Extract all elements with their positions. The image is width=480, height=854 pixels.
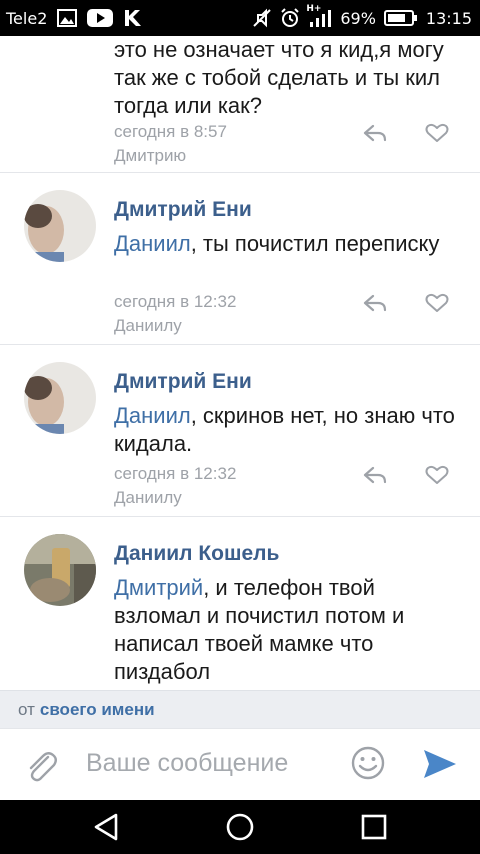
comment-date: сегодня в 8:57 bbox=[114, 122, 227, 141]
reply-icon[interactable] bbox=[360, 463, 390, 487]
mention-link[interactable]: Дмитрий bbox=[114, 575, 203, 600]
clock: 13:15 bbox=[425, 8, 472, 28]
comment-item: это не означает что я кид,я могу так же … bbox=[0, 36, 480, 173]
emoji-icon[interactable] bbox=[350, 745, 386, 781]
battery-percent: 69% bbox=[340, 8, 376, 28]
comment-body: , ты почистил переписку bbox=[190, 231, 440, 256]
gallery-icon bbox=[57, 9, 78, 27]
comment-text: Даниил, ты почистил переписку bbox=[114, 230, 464, 258]
attach-icon[interactable] bbox=[22, 747, 62, 787]
comment-reply-to[interactable]: Дмитрию bbox=[114, 144, 186, 168]
message-composer: Ваше сообщение bbox=[0, 728, 480, 800]
reply-icon[interactable] bbox=[360, 291, 390, 315]
comment-text: Дмитрий, и телефон твой взломал и почист… bbox=[114, 574, 464, 686]
comment-item: Дмитрий Ени Даниил, скринов нет, но знаю… bbox=[0, 344, 480, 517]
avatar[interactable] bbox=[24, 362, 96, 434]
reply-as-prefix: от bbox=[18, 699, 35, 719]
comment-author[interactable]: Дмитрий Ени bbox=[114, 370, 252, 394]
reply-as-link[interactable]: своего имени bbox=[40, 700, 155, 720]
back-button[interactable] bbox=[66, 800, 146, 854]
mention-link[interactable]: Даниил bbox=[114, 231, 191, 256]
send-icon[interactable] bbox=[420, 747, 460, 781]
mention-link[interactable]: Даниил bbox=[114, 403, 191, 428]
vk-icon bbox=[123, 9, 143, 27]
like-icon[interactable] bbox=[422, 291, 452, 315]
recents-button[interactable] bbox=[334, 800, 414, 854]
mute-icon bbox=[252, 8, 272, 28]
comment-item: Дмитрий Ени Даниил, ты почистил переписк… bbox=[0, 172, 480, 345]
comment-item: Даниил Кошель Дмитрий, и телефон твой вз… bbox=[0, 516, 480, 690]
comment-text: Даниил, скринов нет, но знаю что кидала. bbox=[114, 402, 464, 458]
like-icon[interactable] bbox=[422, 121, 452, 145]
network-type: H+ bbox=[306, 4, 322, 14]
status-bar: Tele2 H+ 69% 13:15 bbox=[0, 0, 480, 36]
comments-feed[interactable]: это не означает что я кид,я могу так же … bbox=[0, 36, 480, 690]
home-button[interactable] bbox=[200, 800, 280, 854]
message-input[interactable]: Ваше сообщение bbox=[86, 749, 288, 778]
like-icon[interactable] bbox=[422, 463, 452, 487]
comment-author[interactable]: Дмитрий Ени bbox=[114, 198, 252, 222]
battery-icon bbox=[383, 9, 418, 27]
reply-as-bar: от своего имени bbox=[0, 690, 480, 728]
signal-icon: H+ bbox=[306, 4, 332, 28]
comment-reply-to[interactable]: Даниилу bbox=[114, 486, 182, 510]
alarm-icon bbox=[280, 8, 300, 28]
avatar[interactable] bbox=[24, 190, 96, 262]
comment-reply-to[interactable]: Даниилу bbox=[114, 314, 182, 338]
comment-author[interactable]: Даниил Кошель bbox=[114, 542, 279, 566]
nav-bar bbox=[0, 800, 480, 854]
carrier-label: Tele2 bbox=[6, 8, 48, 28]
comment-date: сегодня в 12:32 bbox=[114, 292, 237, 311]
comment-date: сегодня в 12:32 bbox=[114, 464, 237, 483]
comment-text: это не означает что я кид,я могу так же … bbox=[114, 37, 444, 118]
reply-icon[interactable] bbox=[360, 121, 390, 145]
youtube-icon bbox=[87, 9, 114, 27]
avatar[interactable] bbox=[24, 534, 96, 606]
